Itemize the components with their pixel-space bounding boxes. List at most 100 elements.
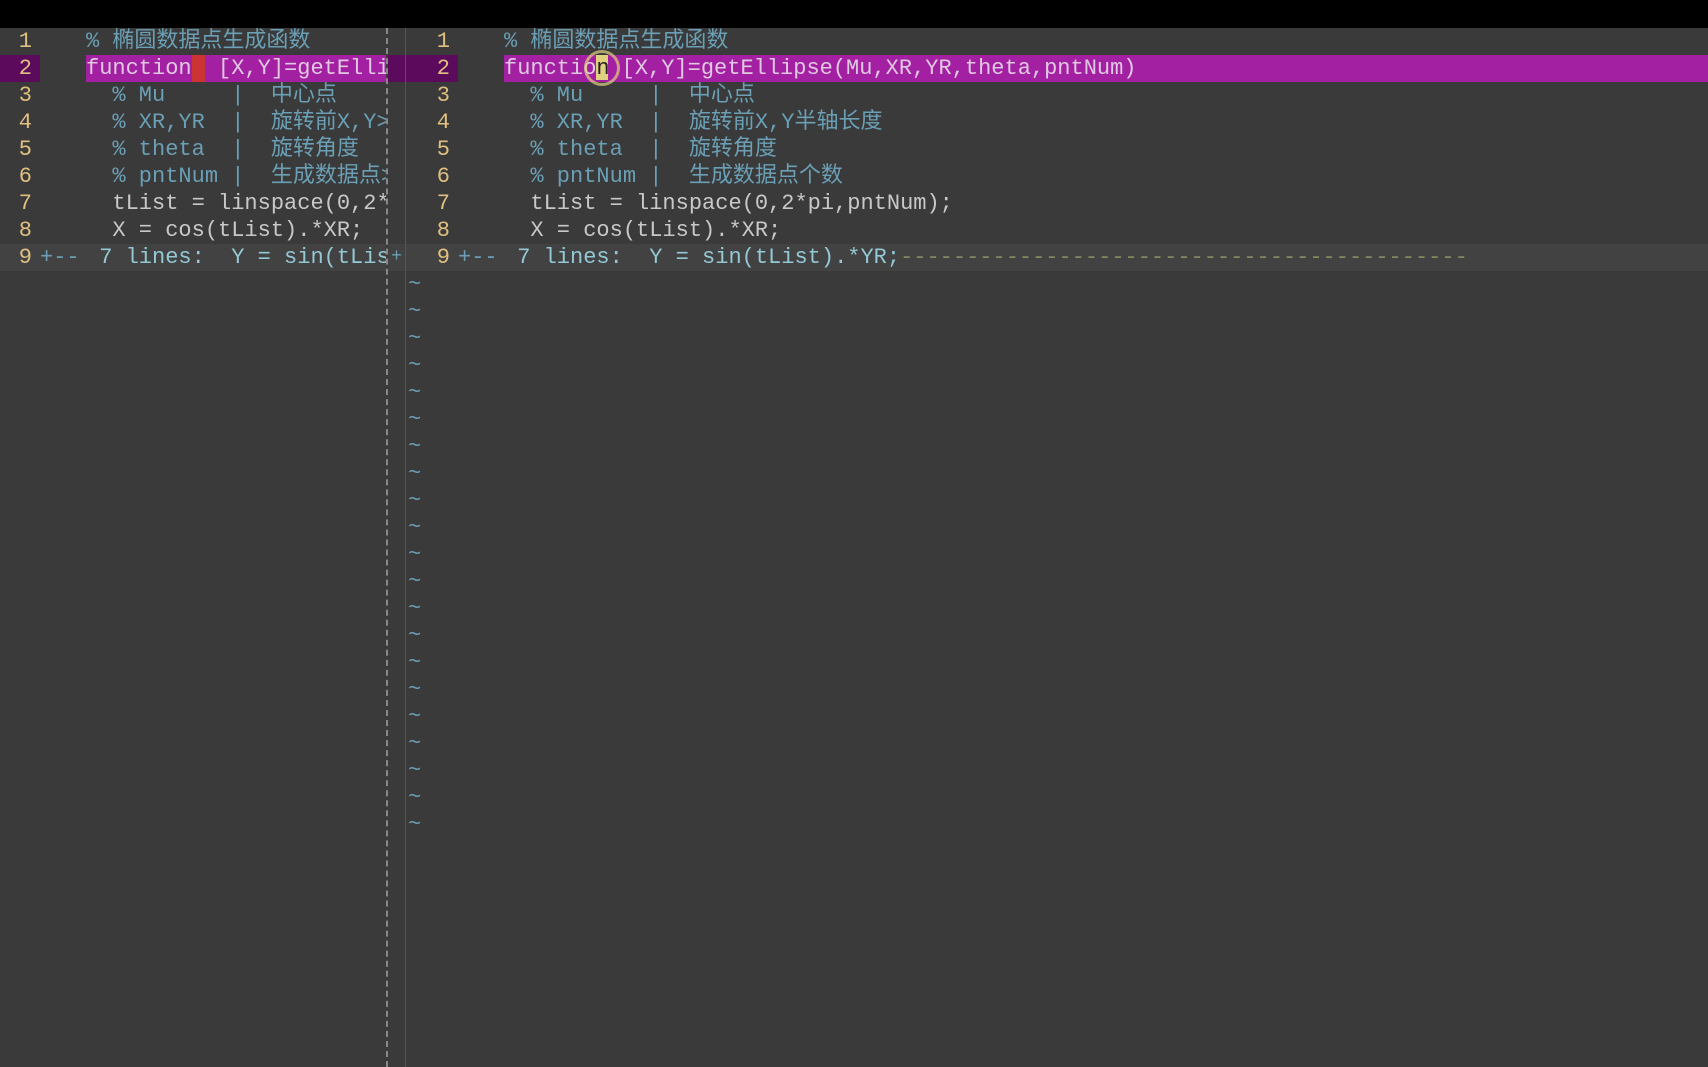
tilde-marker: ~ [406,271,458,298]
line-number: 1 [0,28,40,55]
diff-marker [388,136,405,163]
code-content[interactable]: % 椭圆数据点生成函数 [504,28,1708,55]
split-divider[interactable]: + [386,28,406,1067]
tilde-marker: ~ [406,352,458,379]
tilde-marker: ~ [406,325,458,352]
fold-toggle[interactable]: +-- [40,244,86,271]
empty-line: ~ [406,730,1708,757]
code-content[interactable]: % XR,YR | 旋转前X,Y> [86,109,386,136]
tilde-marker: ~ [406,595,458,622]
fold-column[interactable] [458,82,504,109]
diff-marker: + [388,244,405,271]
fold-column[interactable] [40,136,86,163]
line-number: 7 [0,190,40,217]
fold-line: 9 +-- 7 lines: Y = sin(tList [0,244,386,271]
tilde-marker: ~ [406,649,458,676]
code-content[interactable]: function [X,Y]=getEllipse [86,55,386,82]
cursor-block: n [596,55,608,80]
code-content[interactable]: tList = linspace(0,2*pi [86,190,386,217]
empty-line: ~ [406,541,1708,568]
fold-column[interactable] [458,163,504,190]
empty-line: ~ [406,703,1708,730]
tilde-marker: ~ [406,811,458,838]
line-number: 4 [0,109,40,136]
code-content[interactable]: % Mu | 中心点 [504,82,1708,109]
cursor-marker [192,55,205,82]
fold-column[interactable] [40,28,86,55]
fold-summary[interactable]: 7 lines: Y = sin(tList [86,244,386,271]
code-content[interactable]: % pntNum | 生成数据点个数 [504,163,1708,190]
line-number: 6 [406,163,458,190]
fold-column[interactable] [458,109,504,136]
code-line: 1 % 椭圆数据点生成函数 [406,28,1708,55]
code-content[interactable]: % pntNum | 生成数据点> [86,163,386,190]
line-number: 6 [0,163,40,190]
fold-column[interactable] [458,55,504,82]
empty-line: ~ [406,514,1708,541]
empty-line: ~ [406,379,1708,406]
code-content[interactable]: % Mu | 中心点 [86,82,386,109]
line-number: 9 [0,244,40,271]
diff-marker [388,55,405,82]
tilde-marker: ~ [406,703,458,730]
fold-line: 9 +-- 7 lines: Y = sin(tList).*YR;------… [406,244,1708,271]
diff-marker [388,82,405,109]
fold-column[interactable] [40,55,86,82]
diff-marker [388,217,405,244]
tilde-marker: ~ [406,568,458,595]
diff-marker [388,109,405,136]
empty-line: ~ [406,811,1708,838]
code-line: 4 % XR,YR | 旋转前X,Y> [0,109,386,136]
line-number: 2 [406,55,458,82]
fold-column[interactable] [40,82,86,109]
empty-line: ~ [406,568,1708,595]
fold-summary[interactable]: 7 lines: Y = sin(tList).*YR;------------… [504,244,1708,271]
title-bar [0,0,1708,28]
tilde-marker: ~ [406,433,458,460]
empty-line: ~ [406,460,1708,487]
code-content[interactable]: % theta | 旋转角度 [86,136,386,163]
tilde-marker: ~ [406,622,458,649]
split-editor: 1 % 椭圆数据点生成函数 2 function [X,Y]=getEllips… [0,28,1708,1067]
tilde-marker: ~ [406,541,458,568]
right-pane[interactable]: 1 % 椭圆数据点生成函数 2 function [X,Y]=getEllips… [406,28,1708,1067]
code-content[interactable]: X = cos(tList).*XR; [86,217,386,244]
code-line: 5 % theta | 旋转角度 [0,136,386,163]
tilde-marker: ~ [406,676,458,703]
fold-column[interactable] [40,217,86,244]
tilde-marker: ~ [406,487,458,514]
empty-line: ~ [406,487,1708,514]
tilde-marker: ~ [406,379,458,406]
diff-marker [388,28,405,55]
fold-column[interactable] [458,190,504,217]
tilde-marker: ~ [406,406,458,433]
fold-column[interactable] [458,217,504,244]
code-content[interactable]: function [X,Y]=getEllipse(Mu,XR,YR,theta… [504,55,1708,82]
code-line: 8 X = cos(tList).*XR; [406,217,1708,244]
fold-toggle[interactable]: +-- [458,244,504,271]
code-content[interactable]: % 椭圆数据点生成函数 [86,28,386,55]
code-content[interactable]: % XR,YR | 旋转前X,Y半轴长度 [504,109,1708,136]
code-content[interactable]: X = cos(tList).*XR; [504,217,1708,244]
fold-column[interactable] [458,28,504,55]
left-pane[interactable]: 1 % 椭圆数据点生成函数 2 function [X,Y]=getEllips… [0,28,386,1067]
diff-marker [388,163,405,190]
code-line: 7 tList = linspace(0,2*pi,pntNum); [406,190,1708,217]
line-number: 5 [0,136,40,163]
line-number: 2 [0,55,40,82]
fold-column[interactable] [40,163,86,190]
line-number: 7 [406,190,458,217]
code-content[interactable]: tList = linspace(0,2*pi,pntNum); [504,190,1708,217]
tilde-marker: ~ [406,784,458,811]
fold-column[interactable] [458,136,504,163]
line-number: 5 [406,136,458,163]
code-line: 5 % theta | 旋转角度 [406,136,1708,163]
code-line: 1 % 椭圆数据点生成函数 [0,28,386,55]
empty-line: ~ [406,622,1708,649]
code-content[interactable]: % theta | 旋转角度 [504,136,1708,163]
fold-column[interactable] [40,109,86,136]
code-line: 4 % XR,YR | 旋转前X,Y半轴长度 [406,109,1708,136]
fold-column[interactable] [40,190,86,217]
empty-line: ~ [406,271,1708,298]
code-line: 6 % pntNum | 生成数据点个数 [406,163,1708,190]
